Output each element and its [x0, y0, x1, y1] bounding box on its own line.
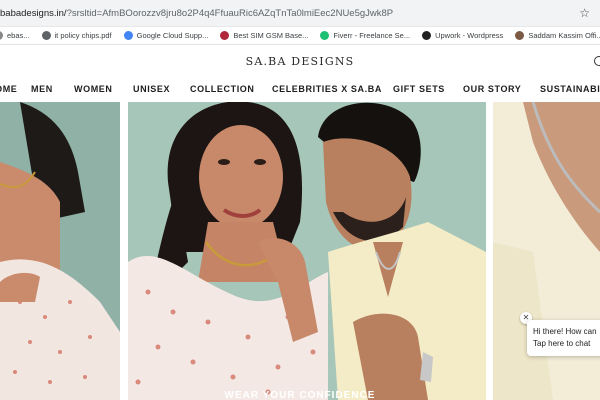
- bookmark-item[interactable]: Saddam Kassim Offi...: [515, 31, 600, 40]
- hero-banner-text: WEAR YOUR CONFIDENCE: [224, 390, 376, 400]
- url-text[interactable]: babadesigns.in/?srsltid=AfmBOorozzv8jru8…: [0, 5, 570, 23]
- bookmark-label: Upwork - Wordpress: [435, 31, 504, 40]
- nav-item-unisex[interactable]: UNISEX: [133, 84, 170, 94]
- bookmark-item[interactable]: it policy chips.pdf: [41, 31, 112, 40]
- nav-item-women[interactable]: WOMEN: [74, 84, 113, 94]
- main-navigation: HOME MEN WOMEN UNISEX COLLECTION CELEBRI…: [0, 78, 600, 100]
- nav-item-gift-sets[interactable]: GIFT SETS: [393, 84, 445, 94]
- bookmark-label: Google Cloud Supp...: [136, 31, 209, 40]
- nav-item-collection[interactable]: COLLECTION: [190, 84, 255, 94]
- hero-slide-prev[interactable]: [0, 102, 120, 400]
- url-query: ?srsltid=AfmBOorozzv8jru8o2P4q4FfuauRic6…: [66, 8, 394, 19]
- hero-photo-main: [128, 102, 486, 400]
- nav-item-sustainability[interactable]: SUSTAINABILITY: [540, 84, 600, 94]
- bookmark-label: it policy chips.pdf: [54, 31, 112, 40]
- fiverr-icon: [320, 31, 330, 40]
- address-bar[interactable]: babadesigns.in/?srsltid=AfmBOorozzv8jru8…: [0, 0, 600, 27]
- bookmark-label: Best SIM GSM Base...: [233, 31, 309, 40]
- nav-item-men[interactable]: MEN: [31, 84, 53, 94]
- bookmark-label: Fiverr - Freelance Se...: [333, 31, 411, 40]
- site-logo[interactable]: SA.BA DESIGNS: [0, 55, 600, 68]
- chat-line-1: Hi there! How can: [533, 327, 597, 336]
- globe-icon: [41, 31, 51, 40]
- nav-item-our-story[interactable]: OUR STORY: [463, 84, 521, 94]
- hero-slide-main[interactable]: [128, 102, 486, 400]
- bookmarks-bar: ebas... it policy chips.pdf Google Cloud S…: [0, 27, 600, 45]
- url-host: babadesigns.in/: [0, 8, 67, 19]
- nav-item-celebrities[interactable]: CELEBRITIES X SA.BA: [272, 84, 382, 94]
- google-icon: [123, 31, 133, 40]
- nav-item-home[interactable]: HOME: [0, 84, 17, 94]
- bookmark-item[interactable]: Best SIM GSM Base...: [220, 31, 308, 40]
- folder-icon: [0, 31, 3, 40]
- bookmark-item[interactable]: Fiverr - Freelance Se...: [320, 31, 410, 40]
- hero-carousel[interactable]: [0, 100, 600, 400]
- avatar-icon: [515, 31, 525, 40]
- site-header: SA.BA DESIGNS: [0, 46, 600, 76]
- search-icon[interactable]: [594, 56, 600, 66]
- bookmark-item[interactable]: ebas...: [0, 31, 30, 40]
- bookmark-item[interactable]: Google Cloud Supp...: [123, 31, 209, 40]
- site-icon: [220, 31, 230, 40]
- chat-widget-bubble[interactable]: Hi there! How can Tap here to chat: [527, 320, 600, 356]
- chat-line-2: Tap here to chat: [533, 339, 591, 348]
- hero-photo-prev: [0, 102, 120, 400]
- upwork-icon: [422, 31, 432, 40]
- star-icon[interactable]: ☆: [579, 5, 590, 21]
- browser-window: babadesigns.in/?srsltid=AfmBOorozzv8jru8…: [0, 0, 600, 400]
- bookmark-label: Saddam Kassim Offi...: [528, 31, 600, 40]
- bookmark-label: ebas...: [7, 31, 30, 40]
- bookmark-item[interactable]: Upwork - Wordpress: [422, 31, 503, 40]
